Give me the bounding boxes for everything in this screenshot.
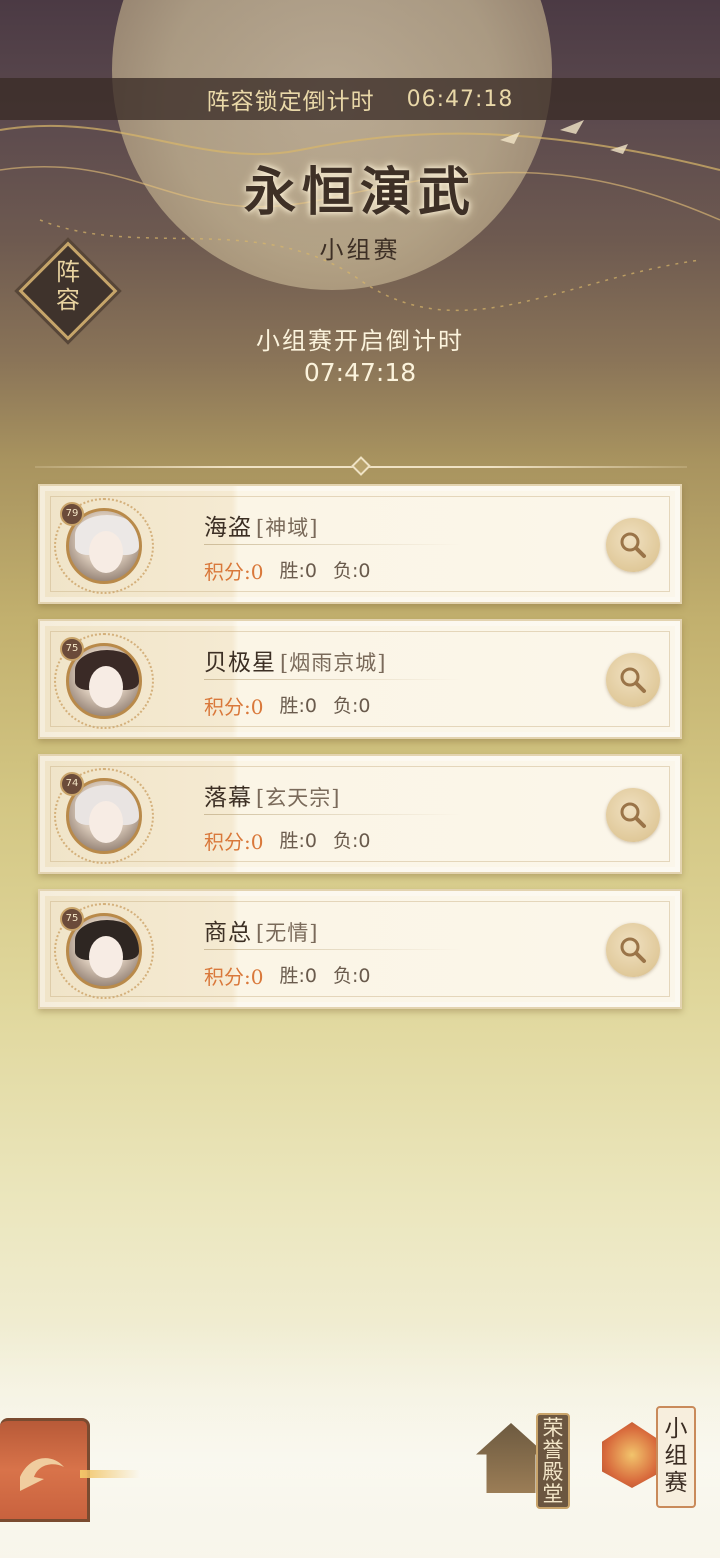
avatar [66, 913, 142, 989]
level-badge: 75 [60, 637, 84, 661]
avatar [66, 778, 142, 854]
player-name: 海盗 [204, 515, 252, 541]
player-guild: [烟雨京城] [280, 651, 387, 675]
avatar-hair [75, 650, 139, 690]
avatar-hair [75, 920, 139, 960]
lineup-lock-label: 阵容锁定倒计时 [206, 89, 375, 115]
avatar-frame [54, 903, 154, 999]
player-name-row: 海盗 [神域] [204, 508, 318, 542]
level-badge: 74 [60, 772, 84, 796]
hall-of-honor-button[interactable]: 荣 誉 殿 堂 [470, 1405, 580, 1515]
player-name: 落幕 [204, 785, 252, 811]
avatar-hair [75, 515, 139, 555]
player-guild: [无情] [256, 921, 319, 945]
hall-char: 堂 [542, 1482, 564, 1506]
player-name-row: 落幕 [玄天宗] [204, 778, 340, 812]
card-separator [204, 544, 460, 545]
player-stats: 积分:0 胜:0 负:0 [204, 556, 370, 585]
crest-icon [602, 1422, 662, 1488]
card-separator [204, 949, 460, 950]
player-losses: 负:0 [332, 560, 371, 582]
lineup-lock-bar: 阵容锁定倒计时 06:47:18 [0, 78, 720, 120]
divider-ornament-icon [351, 456, 371, 476]
hall-of-honor-label: 荣 誉 殿 堂 [536, 1413, 570, 1509]
hall-char: 殿 [542, 1460, 564, 1484]
avatar [66, 643, 142, 719]
event-title: 永恒演武 [243, 162, 476, 223]
player-card[interactable]: 79 海盗 [神域] 积分:0 胜:0 负:0 [38, 484, 682, 604]
event-subtitle: 小组赛 [319, 236, 401, 264]
player-stats: 积分:0 胜:0 负:0 [204, 826, 370, 855]
avatar-face [89, 666, 123, 708]
player-losses: 负:0 [332, 695, 371, 717]
back-button[interactable] [0, 1418, 90, 1522]
player-card[interactable]: 75 贝极星 [烟雨京城] 积分:0 胜:0 负:0 [38, 619, 682, 739]
group-stage-label: 小 组 赛 [656, 1406, 696, 1508]
level-badge: 79 [60, 502, 84, 526]
avatar-frame [54, 633, 154, 729]
player-stats: 积分:0 胜:0 负:0 [204, 961, 370, 990]
player-score: 积分:0 [204, 830, 264, 854]
player-name-row: 商总 [无情] [204, 913, 318, 947]
player-card[interactable]: 74 落幕 [玄天宗] 积分:0 胜:0 负:0 [38, 754, 682, 874]
level-badge: 75 [60, 907, 84, 931]
lineup-char-1: 阵 [56, 258, 80, 286]
group-char: 组 [664, 1443, 688, 1469]
back-button-glow [80, 1470, 140, 1478]
hall-char: 荣 [542, 1416, 564, 1440]
avatar-face [89, 531, 123, 573]
player-guild: [玄天宗] [256, 786, 341, 810]
player-wins: 胜:0 [279, 695, 317, 717]
lineup-char-2: 容 [56, 286, 80, 314]
avatar-face [89, 936, 123, 978]
avatar-frame [54, 498, 154, 594]
player-wins: 胜:0 [279, 560, 317, 582]
magnifier-icon [620, 667, 646, 693]
view-player-button[interactable] [606, 923, 660, 977]
view-player-button[interactable] [606, 788, 660, 842]
player-card[interactable]: 75 商总 [无情] 积分:0 胜:0 负:0 [38, 889, 682, 1009]
player-stats: 积分:0 胜:0 负:0 [204, 691, 370, 720]
lineup-lock-time: 06:47:18 [406, 86, 514, 112]
player-score: 积分:0 [204, 560, 264, 584]
group-stage-countdown-time: 07:47:18 [303, 358, 417, 387]
magnifier-icon [620, 937, 646, 963]
player-guild: [神域] [256, 516, 319, 540]
player-name-row: 贝极星 [烟雨京城] [204, 643, 386, 677]
card-separator [204, 679, 460, 680]
player-name: 商总 [204, 920, 252, 946]
player-wins: 胜:0 [279, 830, 317, 852]
hall-char: 誉 [542, 1438, 564, 1462]
magnifier-icon [620, 802, 646, 828]
player-losses: 负:0 [332, 830, 371, 852]
group-char: 赛 [664, 1470, 688, 1496]
avatar-frame [54, 768, 154, 864]
group-char: 小 [664, 1416, 688, 1442]
player-score: 积分:0 [204, 965, 264, 989]
view-player-button[interactable] [606, 653, 660, 707]
back-arrow-icon [20, 1458, 64, 1491]
card-separator [204, 814, 460, 815]
player-name: 贝极星 [204, 650, 276, 676]
player-wins: 胜:0 [279, 965, 317, 987]
avatar [66, 508, 142, 584]
player-score: 积分:0 [204, 695, 264, 719]
magnifier-icon [620, 532, 646, 558]
avatar-hair [75, 785, 139, 825]
avatar-face [89, 801, 123, 843]
group-stage-countdown-label: 小组赛开启倒计时 [256, 327, 464, 355]
group-stage-button[interactable]: 小 组 赛 [596, 1400, 720, 1518]
lineup-button-label[interactable]: 阵 容 [43, 258, 93, 314]
player-losses: 负:0 [332, 965, 371, 987]
view-player-button[interactable] [606, 518, 660, 572]
